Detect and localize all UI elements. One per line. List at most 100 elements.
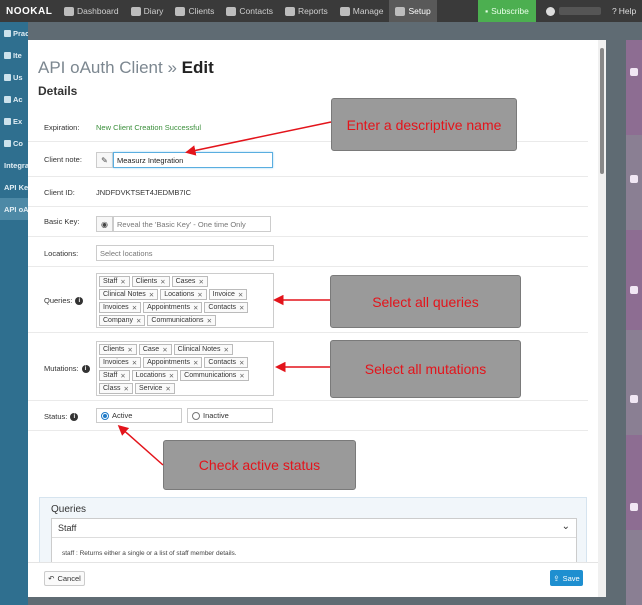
nav-setup[interactable]: Setup: [389, 0, 437, 22]
pin-icon[interactable]: [630, 175, 638, 183]
mail-icon[interactable]: [630, 68, 638, 76]
sidebar-item-items[interactable]: Ite: [0, 44, 28, 66]
query-tag[interactable]: Staff ✕: [99, 276, 130, 287]
eye-icon[interactable]: ◉: [96, 216, 113, 232]
sidebar-item-config[interactable]: Co: [0, 132, 28, 154]
remove-icon[interactable]: ✕: [238, 291, 243, 299]
clock-icon[interactable]: [630, 395, 638, 403]
chart-icon: [284, 6, 295, 16]
pencil-icon: ✎: [96, 152, 113, 168]
info-icon[interactable]: i: [75, 296, 84, 305]
remove-icon[interactable]: ✕: [165, 385, 170, 393]
mutation-tag[interactable]: Clinical Notes ✕: [173, 344, 233, 355]
sidebar-item-export[interactable]: Ex: [0, 110, 28, 132]
nav-contacts[interactable]: Contacts: [220, 0, 279, 22]
status-inactive-radio[interactable]: Inactive: [187, 408, 273, 423]
nav-clients[interactable]: Clients: [169, 0, 220, 22]
remove-icon[interactable]: ✕: [239, 304, 244, 312]
sidebar-item-label: Integra: [4, 160, 28, 170]
modal-footer: ↶ Cancel ⇪ Save: [28, 562, 604, 597]
remove-icon[interactable]: ✕: [160, 278, 165, 286]
remove-icon[interactable]: ✕: [223, 346, 228, 354]
nav-manage[interactable]: Manage: [334, 0, 390, 22]
remove-icon[interactable]: ✕: [162, 346, 167, 354]
brand-logo[interactable]: NOOKAL: [0, 0, 58, 22]
remove-icon[interactable]: ✕: [124, 385, 129, 393]
query-tag[interactable]: Appointments ✕: [143, 302, 203, 313]
mutation-tag[interactable]: Invoices ✕: [99, 357, 142, 368]
mutation-tag[interactable]: Case ✕: [138, 344, 172, 355]
remove-icon[interactable]: ✕: [193, 359, 198, 367]
chevron-down-icon[interactable]: ⌄: [562, 521, 570, 532]
subscribe-button[interactable]: ▪ Subscribe: [478, 0, 536, 22]
save-button[interactable]: ⇪ Save: [550, 570, 583, 586]
chat-icon[interactable]: [630, 503, 638, 511]
remove-icon[interactable]: ✕: [239, 359, 244, 367]
basic-key-reveal-input[interactable]: Reveal the 'Basic Key' - One time Only: [113, 216, 271, 232]
nav-diary[interactable]: Diary: [125, 0, 170, 22]
query-tag[interactable]: Clinical Notes ✕: [99, 289, 159, 300]
mutation-tag[interactable]: Clients ✕: [99, 344, 137, 355]
mutations-multiselect[interactable]: Clients ✕ Case ✕ Clinical Notes ✕ Invoices ✕…: [96, 341, 274, 396]
queries-label-group: Queries: i: [44, 296, 84, 305]
title-prefix: API oAuth Client »: [38, 58, 177, 77]
remove-icon[interactable]: ✕: [169, 372, 174, 380]
nav-dashboard[interactable]: Dashboard: [58, 0, 125, 22]
remove-icon[interactable]: ✕: [207, 317, 212, 325]
query-tag[interactable]: Invoices ✕: [99, 302, 142, 313]
mutation-tag[interactable]: Communications ✕: [180, 370, 249, 381]
remove-icon[interactable]: ✕: [198, 278, 203, 286]
sidebar-item-api-keys[interactable]: API Ke: [0, 176, 28, 198]
sidebar-item-practice[interactable]: Practice: [0, 22, 28, 44]
mutation-tag[interactable]: Locations ✕: [131, 370, 179, 381]
tag-label: Case: [142, 346, 160, 353]
locations-select[interactable]: Select locations: [96, 245, 274, 261]
accordion-header[interactable]: Staff ⌄: [52, 519, 576, 538]
queries-label: Queries:: [44, 296, 73, 305]
queries-multiselect[interactable]: Staff ✕ Clients ✕ Cases ✕ Clinical Notes ✕ L…: [96, 273, 274, 328]
query-tag[interactable]: Communications ✕: [147, 315, 217, 326]
sidebar-item-api-oauth[interactable]: API oA: [0, 198, 28, 220]
mutation-tag[interactable]: Staff ✕: [99, 370, 130, 381]
query-tag[interactable]: Locations ✕: [160, 289, 207, 300]
user-menu[interactable]: [540, 0, 610, 22]
tag-label: Contacts: [208, 304, 237, 311]
remove-icon[interactable]: ✕: [132, 359, 137, 367]
mutation-tag[interactable]: Class ✕: [99, 383, 133, 394]
mutations-label: Mutations:: [44, 364, 79, 373]
query-tag[interactable]: Clients ✕: [131, 276, 170, 287]
nav-reports[interactable]: Reports: [279, 0, 334, 22]
mutation-tag[interactable]: Appointments ✕: [143, 357, 203, 368]
info-icon[interactable]: i: [81, 364, 90, 373]
remove-icon[interactable]: ✕: [193, 304, 198, 312]
info-icon[interactable]: i: [70, 412, 79, 421]
remove-icon[interactable]: ✕: [132, 304, 137, 312]
mutation-tag[interactable]: Contacts ✕: [204, 357, 249, 368]
scrollbar-thumb[interactable]: [600, 48, 604, 174]
remove-icon[interactable]: ✕: [120, 372, 125, 380]
mutation-tag[interactable]: Service ✕: [134, 383, 175, 394]
tag-label: Clinical Notes: [177, 346, 221, 353]
query-tag[interactable]: Invoice ✕: [208, 289, 248, 300]
sidebar-item-label: Co: [13, 138, 23, 148]
remove-icon[interactable]: ✕: [120, 278, 125, 286]
remove-icon[interactable]: ✕: [127, 346, 132, 354]
query-tag[interactable]: Company ✕: [99, 315, 146, 326]
sidebar-item-users[interactable]: Us: [0, 66, 28, 88]
tag-label: Locations: [135, 372, 166, 379]
status-active-radio[interactable]: Active: [96, 408, 182, 423]
query-tag[interactable]: Contacts ✕: [204, 302, 249, 313]
remove-icon[interactable]: ✕: [136, 317, 141, 325]
calendar-icon: [130, 6, 141, 16]
remove-icon[interactable]: ✕: [149, 291, 154, 299]
remove-icon[interactable]: ✕: [197, 291, 202, 299]
sidebar-item-accounts[interactable]: Ac: [0, 88, 28, 110]
help-link[interactable]: ? Help: [612, 0, 642, 22]
client-note-input[interactable]: Measurz Integration: [113, 152, 273, 168]
remove-icon[interactable]: ✕: [239, 372, 244, 380]
sidebar-item-integrations[interactable]: Integra: [0, 154, 28, 176]
bell-icon[interactable]: [630, 286, 638, 294]
tag-label: Locations: [164, 291, 195, 298]
query-tag[interactable]: Cases ✕: [171, 276, 208, 287]
cancel-button[interactable]: ↶ Cancel: [44, 571, 85, 586]
